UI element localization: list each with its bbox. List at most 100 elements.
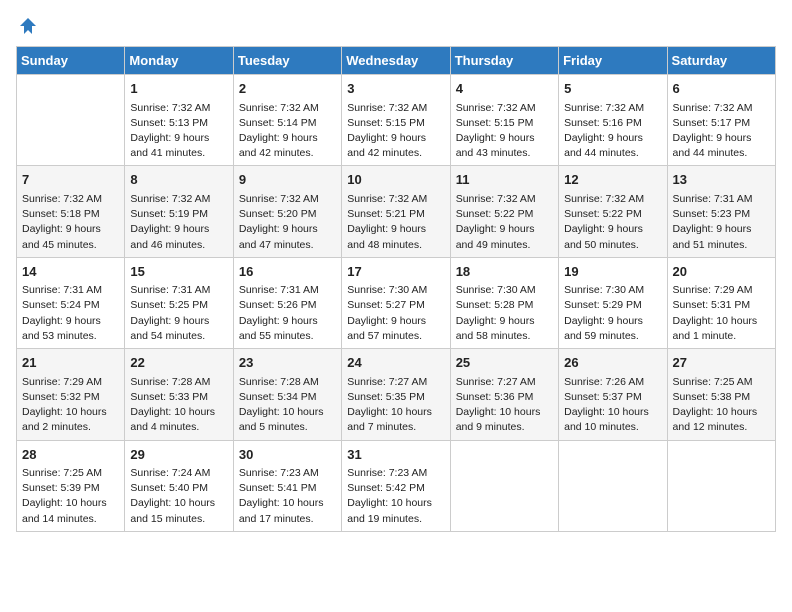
calendar-week-row: 14Sunrise: 7:31 AMSunset: 5:24 PMDayligh… — [17, 257, 776, 348]
day-info: Sunrise: 7:32 AMSunset: 5:22 PMDaylight:… — [564, 192, 661, 253]
day-number: 27 — [673, 353, 770, 373]
day-info: Sunrise: 7:32 AMSunset: 5:21 PMDaylight:… — [347, 192, 444, 253]
calendar-cell — [450, 440, 558, 531]
day-header-sunday: Sunday — [17, 47, 125, 75]
day-info: Sunrise: 7:30 AMSunset: 5:27 PMDaylight:… — [347, 283, 444, 344]
calendar-cell: 9Sunrise: 7:32 AMSunset: 5:20 PMDaylight… — [233, 166, 341, 257]
day-info: Sunrise: 7:32 AMSunset: 5:19 PMDaylight:… — [130, 192, 227, 253]
calendar-header-row: SundayMondayTuesdayWednesdayThursdayFrid… — [17, 47, 776, 75]
day-info: Sunrise: 7:29 AMSunset: 5:32 PMDaylight:… — [22, 375, 119, 436]
day-number: 10 — [347, 170, 444, 190]
day-info: Sunrise: 7:32 AMSunset: 5:20 PMDaylight:… — [239, 192, 336, 253]
day-header-tuesday: Tuesday — [233, 47, 341, 75]
calendar-cell: 11Sunrise: 7:32 AMSunset: 5:22 PMDayligh… — [450, 166, 558, 257]
day-number: 29 — [130, 445, 227, 465]
calendar-cell: 7Sunrise: 7:32 AMSunset: 5:18 PMDaylight… — [17, 166, 125, 257]
day-header-saturday: Saturday — [667, 47, 775, 75]
day-info: Sunrise: 7:32 AMSunset: 5:22 PMDaylight:… — [456, 192, 553, 253]
day-info: Sunrise: 7:32 AMSunset: 5:15 PMDaylight:… — [347, 101, 444, 162]
day-number: 6 — [673, 79, 770, 99]
day-number: 18 — [456, 262, 553, 282]
day-number: 5 — [564, 79, 661, 99]
day-info: Sunrise: 7:23 AMSunset: 5:41 PMDaylight:… — [239, 466, 336, 527]
calendar-cell: 10Sunrise: 7:32 AMSunset: 5:21 PMDayligh… — [342, 166, 450, 257]
calendar-cell: 8Sunrise: 7:32 AMSunset: 5:19 PMDaylight… — [125, 166, 233, 257]
calendar-week-row: 7Sunrise: 7:32 AMSunset: 5:18 PMDaylight… — [17, 166, 776, 257]
day-number: 2 — [239, 79, 336, 99]
day-number: 21 — [22, 353, 119, 373]
day-number: 31 — [347, 445, 444, 465]
day-info: Sunrise: 7:32 AMSunset: 5:16 PMDaylight:… — [564, 101, 661, 162]
calendar-week-row: 21Sunrise: 7:29 AMSunset: 5:32 PMDayligh… — [17, 349, 776, 440]
day-info: Sunrise: 7:28 AMSunset: 5:33 PMDaylight:… — [130, 375, 227, 436]
page-header — [16, 16, 776, 36]
calendar-cell: 1Sunrise: 7:32 AMSunset: 5:13 PMDaylight… — [125, 75, 233, 166]
calendar-cell: 6Sunrise: 7:32 AMSunset: 5:17 PMDaylight… — [667, 75, 775, 166]
calendar-week-row: 1Sunrise: 7:32 AMSunset: 5:13 PMDaylight… — [17, 75, 776, 166]
day-number: 20 — [673, 262, 770, 282]
calendar-cell: 26Sunrise: 7:26 AMSunset: 5:37 PMDayligh… — [559, 349, 667, 440]
logo-bird-icon — [18, 16, 38, 36]
day-header-monday: Monday — [125, 47, 233, 75]
calendar-cell: 29Sunrise: 7:24 AMSunset: 5:40 PMDayligh… — [125, 440, 233, 531]
day-info: Sunrise: 7:25 AMSunset: 5:38 PMDaylight:… — [673, 375, 770, 436]
calendar-cell: 22Sunrise: 7:28 AMSunset: 5:33 PMDayligh… — [125, 349, 233, 440]
day-number: 12 — [564, 170, 661, 190]
calendar-cell: 30Sunrise: 7:23 AMSunset: 5:41 PMDayligh… — [233, 440, 341, 531]
day-info: Sunrise: 7:26 AMSunset: 5:37 PMDaylight:… — [564, 375, 661, 436]
day-number: 8 — [130, 170, 227, 190]
day-number: 16 — [239, 262, 336, 282]
day-number: 13 — [673, 170, 770, 190]
day-info: Sunrise: 7:31 AMSunset: 5:25 PMDaylight:… — [130, 283, 227, 344]
calendar-table: SundayMondayTuesdayWednesdayThursdayFrid… — [16, 46, 776, 532]
day-info: Sunrise: 7:32 AMSunset: 5:14 PMDaylight:… — [239, 101, 336, 162]
calendar-cell: 13Sunrise: 7:31 AMSunset: 5:23 PMDayligh… — [667, 166, 775, 257]
day-number: 24 — [347, 353, 444, 373]
calendar-week-row: 28Sunrise: 7:25 AMSunset: 5:39 PMDayligh… — [17, 440, 776, 531]
day-number: 26 — [564, 353, 661, 373]
day-header-wednesday: Wednesday — [342, 47, 450, 75]
calendar-cell: 21Sunrise: 7:29 AMSunset: 5:32 PMDayligh… — [17, 349, 125, 440]
day-number: 19 — [564, 262, 661, 282]
day-info: Sunrise: 7:28 AMSunset: 5:34 PMDaylight:… — [239, 375, 336, 436]
day-info: Sunrise: 7:32 AMSunset: 5:18 PMDaylight:… — [22, 192, 119, 253]
calendar-cell: 16Sunrise: 7:31 AMSunset: 5:26 PMDayligh… — [233, 257, 341, 348]
calendar-cell — [559, 440, 667, 531]
calendar-cell: 18Sunrise: 7:30 AMSunset: 5:28 PMDayligh… — [450, 257, 558, 348]
day-number: 1 — [130, 79, 227, 99]
logo — [16, 16, 38, 36]
day-info: Sunrise: 7:23 AMSunset: 5:42 PMDaylight:… — [347, 466, 444, 527]
calendar-cell: 20Sunrise: 7:29 AMSunset: 5:31 PMDayligh… — [667, 257, 775, 348]
calendar-cell: 12Sunrise: 7:32 AMSunset: 5:22 PMDayligh… — [559, 166, 667, 257]
day-info: Sunrise: 7:31 AMSunset: 5:24 PMDaylight:… — [22, 283, 119, 344]
day-info: Sunrise: 7:29 AMSunset: 5:31 PMDaylight:… — [673, 283, 770, 344]
day-header-thursday: Thursday — [450, 47, 558, 75]
day-info: Sunrise: 7:25 AMSunset: 5:39 PMDaylight:… — [22, 466, 119, 527]
day-info: Sunrise: 7:30 AMSunset: 5:28 PMDaylight:… — [456, 283, 553, 344]
calendar-cell: 24Sunrise: 7:27 AMSunset: 5:35 PMDayligh… — [342, 349, 450, 440]
calendar-cell: 5Sunrise: 7:32 AMSunset: 5:16 PMDaylight… — [559, 75, 667, 166]
day-number: 17 — [347, 262, 444, 282]
calendar-cell: 14Sunrise: 7:31 AMSunset: 5:24 PMDayligh… — [17, 257, 125, 348]
day-info: Sunrise: 7:32 AMSunset: 5:15 PMDaylight:… — [456, 101, 553, 162]
calendar-cell: 15Sunrise: 7:31 AMSunset: 5:25 PMDayligh… — [125, 257, 233, 348]
day-info: Sunrise: 7:30 AMSunset: 5:29 PMDaylight:… — [564, 283, 661, 344]
day-number: 9 — [239, 170, 336, 190]
day-number: 3 — [347, 79, 444, 99]
calendar-cell: 17Sunrise: 7:30 AMSunset: 5:27 PMDayligh… — [342, 257, 450, 348]
calendar-cell: 25Sunrise: 7:27 AMSunset: 5:36 PMDayligh… — [450, 349, 558, 440]
day-info: Sunrise: 7:31 AMSunset: 5:23 PMDaylight:… — [673, 192, 770, 253]
day-info: Sunrise: 7:31 AMSunset: 5:26 PMDaylight:… — [239, 283, 336, 344]
calendar-cell: 23Sunrise: 7:28 AMSunset: 5:34 PMDayligh… — [233, 349, 341, 440]
day-number: 15 — [130, 262, 227, 282]
calendar-cell: 4Sunrise: 7:32 AMSunset: 5:15 PMDaylight… — [450, 75, 558, 166]
day-number: 28 — [22, 445, 119, 465]
day-info: Sunrise: 7:32 AMSunset: 5:17 PMDaylight:… — [673, 101, 770, 162]
day-number: 11 — [456, 170, 553, 190]
calendar-cell: 31Sunrise: 7:23 AMSunset: 5:42 PMDayligh… — [342, 440, 450, 531]
day-number: 25 — [456, 353, 553, 373]
day-info: Sunrise: 7:27 AMSunset: 5:35 PMDaylight:… — [347, 375, 444, 436]
day-number: 30 — [239, 445, 336, 465]
day-info: Sunrise: 7:32 AMSunset: 5:13 PMDaylight:… — [130, 101, 227, 162]
calendar-cell: 27Sunrise: 7:25 AMSunset: 5:38 PMDayligh… — [667, 349, 775, 440]
